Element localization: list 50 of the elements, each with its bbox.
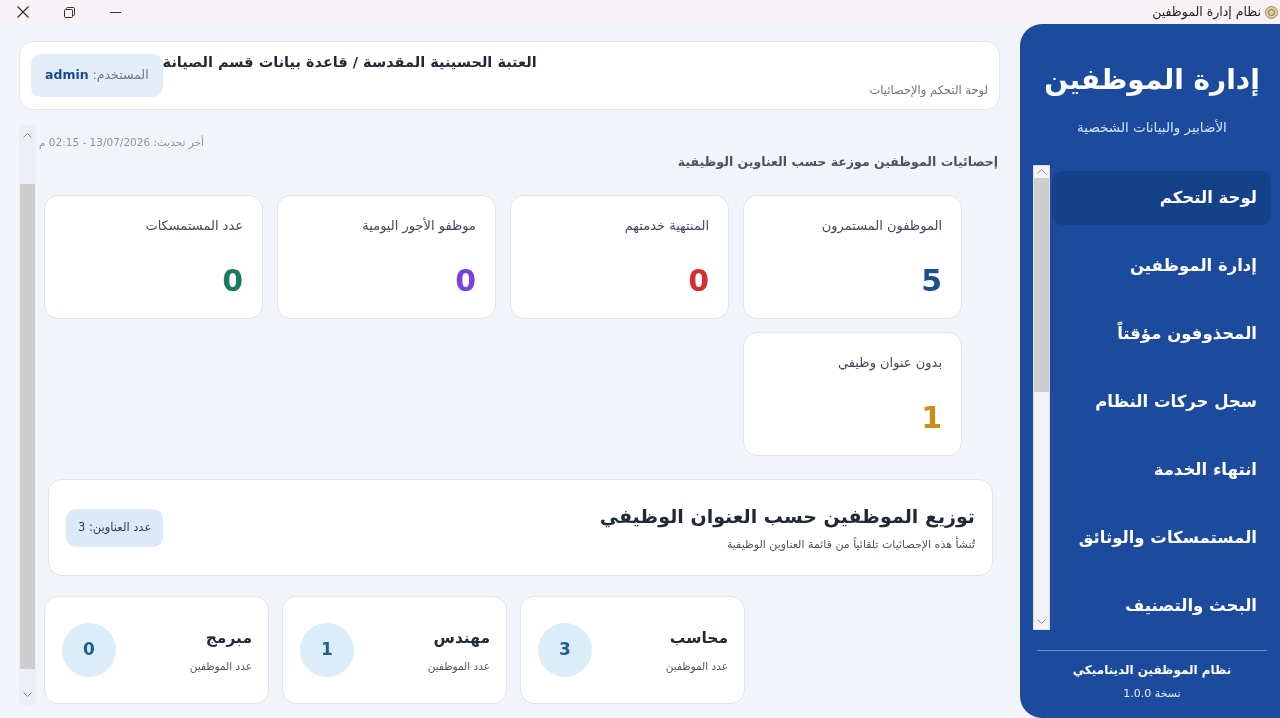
stat-label: عدد المستمسكات <box>144 217 243 235</box>
job-title-name: مهندس <box>432 627 490 649</box>
restore-icon[interactable] <box>63 6 75 18</box>
stat-value: 0 <box>454 263 476 299</box>
sidebar-subtitle: الأضابير والبيانات الشخصية <box>1076 118 1228 137</box>
chevron-up-icon[interactable] <box>1037 169 1046 174</box>
last-update-text: أخر تحديث: 13/07/2026 - 02:15 م <box>39 136 204 148</box>
stat-label: المنتهية خدمتهم <box>623 217 709 236</box>
chevron-down-icon[interactable] <box>1037 619 1046 624</box>
section-heading: إحصائيات الموظفين موزعة حسب العناوين الوظيفية <box>676 153 998 171</box>
header-subtitle: لوحة التحكم والإحصائيات <box>868 82 988 98</box>
nav-item[interactable]: لوحة التحكم <box>1052 171 1271 225</box>
nav-item[interactable]: المستمسكات والوثائق <box>1052 511 1271 565</box>
window-title: نظام إدارة الموظفين <box>1152 4 1261 20</box>
stat-label: الموظفون المستمرون <box>820 217 942 236</box>
scrollbar-thumb[interactable] <box>1034 178 1049 392</box>
scrollbar[interactable] <box>1033 165 1050 630</box>
scrollbar[interactable] <box>19 125 36 705</box>
job-title-name: محاسب <box>668 627 728 649</box>
version-text: نسخة 1.0.0 <box>1122 686 1182 702</box>
minimize-icon[interactable] <box>109 11 121 13</box>
stat-value: 5 <box>920 263 942 299</box>
close-icon[interactable] <box>17 6 29 18</box>
employee-count-badge: 0 <box>62 623 116 677</box>
employee-count-badge: 1 <box>300 623 354 677</box>
stat-label: موظفو الأجور اليومية <box>361 216 476 236</box>
titles-count-badge: عدد العناوين: 3 <box>66 508 164 547</box>
sidebar-title: إدارة الموظفين <box>1043 62 1261 98</box>
stat-label: بدون عنوان وظيفي <box>836 354 942 373</box>
header-title: العتبة الحسينية المقدسة / قاعدة بيانات قسم الصيانة <box>162 53 537 72</box>
stat-value: 0 <box>221 263 243 299</box>
nav-item[interactable]: سجل حركات النظام <box>1052 375 1271 429</box>
distribution-subtitle: تُنشأ هذه الإحصائيات تلقائياً من قائمة العناوين الوظيفية <box>725 537 975 553</box>
scrollbar-thumb[interactable] <box>20 184 35 669</box>
nav-item[interactable]: المحذوفون مؤقتاً <box>1052 307 1271 361</box>
stat-value: 1 <box>920 400 942 436</box>
nav-item[interactable]: البحث والتصنيف <box>1052 579 1271 633</box>
chevron-down-icon[interactable] <box>23 692 32 697</box>
employee-count-label: عدد الموظفين <box>188 658 252 674</box>
chevron-up-icon[interactable] <box>23 133 32 138</box>
app-name: نظام الموظفين الديناميكي <box>1071 662 1233 678</box>
employee-count-label: عدد الموظفين <box>426 658 490 674</box>
employee-count-label: عدد الموظفين <box>664 658 728 674</box>
medallion-icon <box>1265 5 1278 19</box>
stat-value: 0 <box>687 263 709 299</box>
nav-item[interactable]: انتهاء الخدمة <box>1052 443 1271 497</box>
distribution-title: توزيع الموظفين حسب العنوان الوظيفي <box>598 504 975 530</box>
job-title-name: مبرمج <box>204 627 252 649</box>
nav-item[interactable]: إدارة الموظفين <box>1052 239 1271 293</box>
employee-count-badge: 3 <box>538 623 592 677</box>
